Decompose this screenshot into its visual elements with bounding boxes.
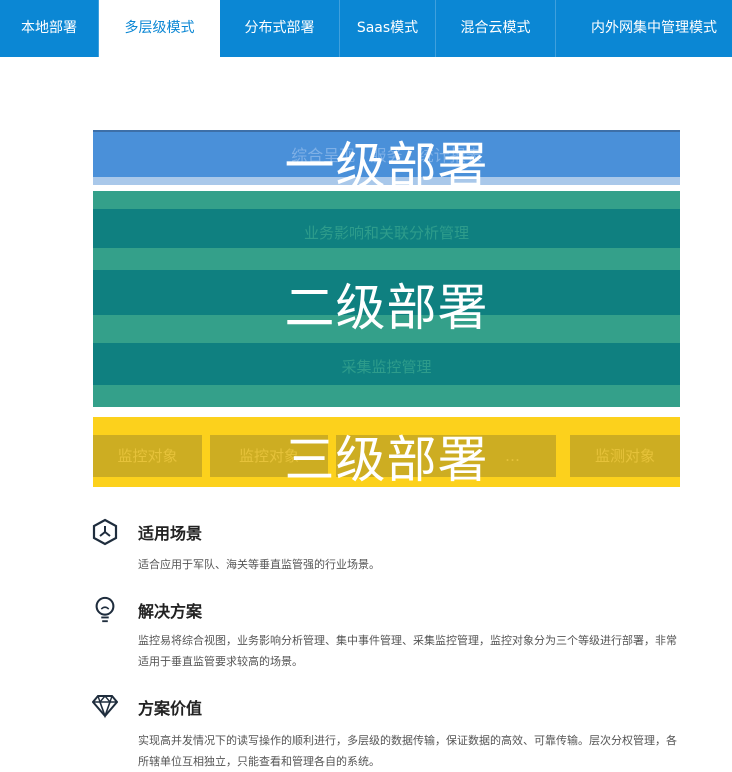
level2-top-label: 业务影响和关联分析管理 <box>303 224 469 242</box>
deployment-diagram: 综合呈现 · 服务 · 统计报表 业务影响和关联分析管理 采集监控管理 监控对象… <box>93 130 680 489</box>
solution-title: 解决方案 <box>138 602 203 621</box>
solution-body: 监控易将综合视图，业务影响分析管理、集中事件管理、采集监控管理，监控对象分为三个… <box>138 634 677 668</box>
level1-title: 一级部署 <box>284 137 489 195</box>
scenario-icon <box>92 518 118 546</box>
tab-hybrid-cloud-mode[interactable]: 混合云模式 <box>436 0 556 57</box>
level2-bottom-label: 采集监控管理 <box>341 358 432 376</box>
tab-distributed-deploy[interactable]: 分布式部署 <box>220 0 340 57</box>
diamond-icon <box>92 694 118 719</box>
tab-saas-mode[interactable]: Saas模式 <box>340 0 436 57</box>
tab-intranet-extranet-mode[interactable]: 内外网集中管理模式 <box>556 0 732 57</box>
lightbulb-icon <box>95 596 115 623</box>
tab-local-deploy[interactable]: 本地部署 <box>0 0 99 57</box>
level3-title: 三级部署 <box>284 431 489 489</box>
level2-band <box>93 385 680 407</box>
value-body: 实现高并发情况下的读写操作的顺利进行，多层级的数据传输，保证数据的高效、可靠传输… <box>138 734 677 768</box>
mode-tab-bar: 本地部署 多层级模式 分布式部署 Saas模式 混合云模式 内外网集中管理模式 <box>0 0 732 57</box>
level2-title: 二级部署 <box>284 279 489 337</box>
value-title: 方案价值 <box>138 699 203 718</box>
scenario-title: 适用场景 <box>138 524 203 543</box>
level2-band <box>93 248 680 270</box>
scenario-body: 适合应用于军队、海关等垂直监管强的行业场景。 <box>138 558 380 571</box>
tab-multi-level-mode[interactable]: 多层级模式 <box>99 0 220 57</box>
